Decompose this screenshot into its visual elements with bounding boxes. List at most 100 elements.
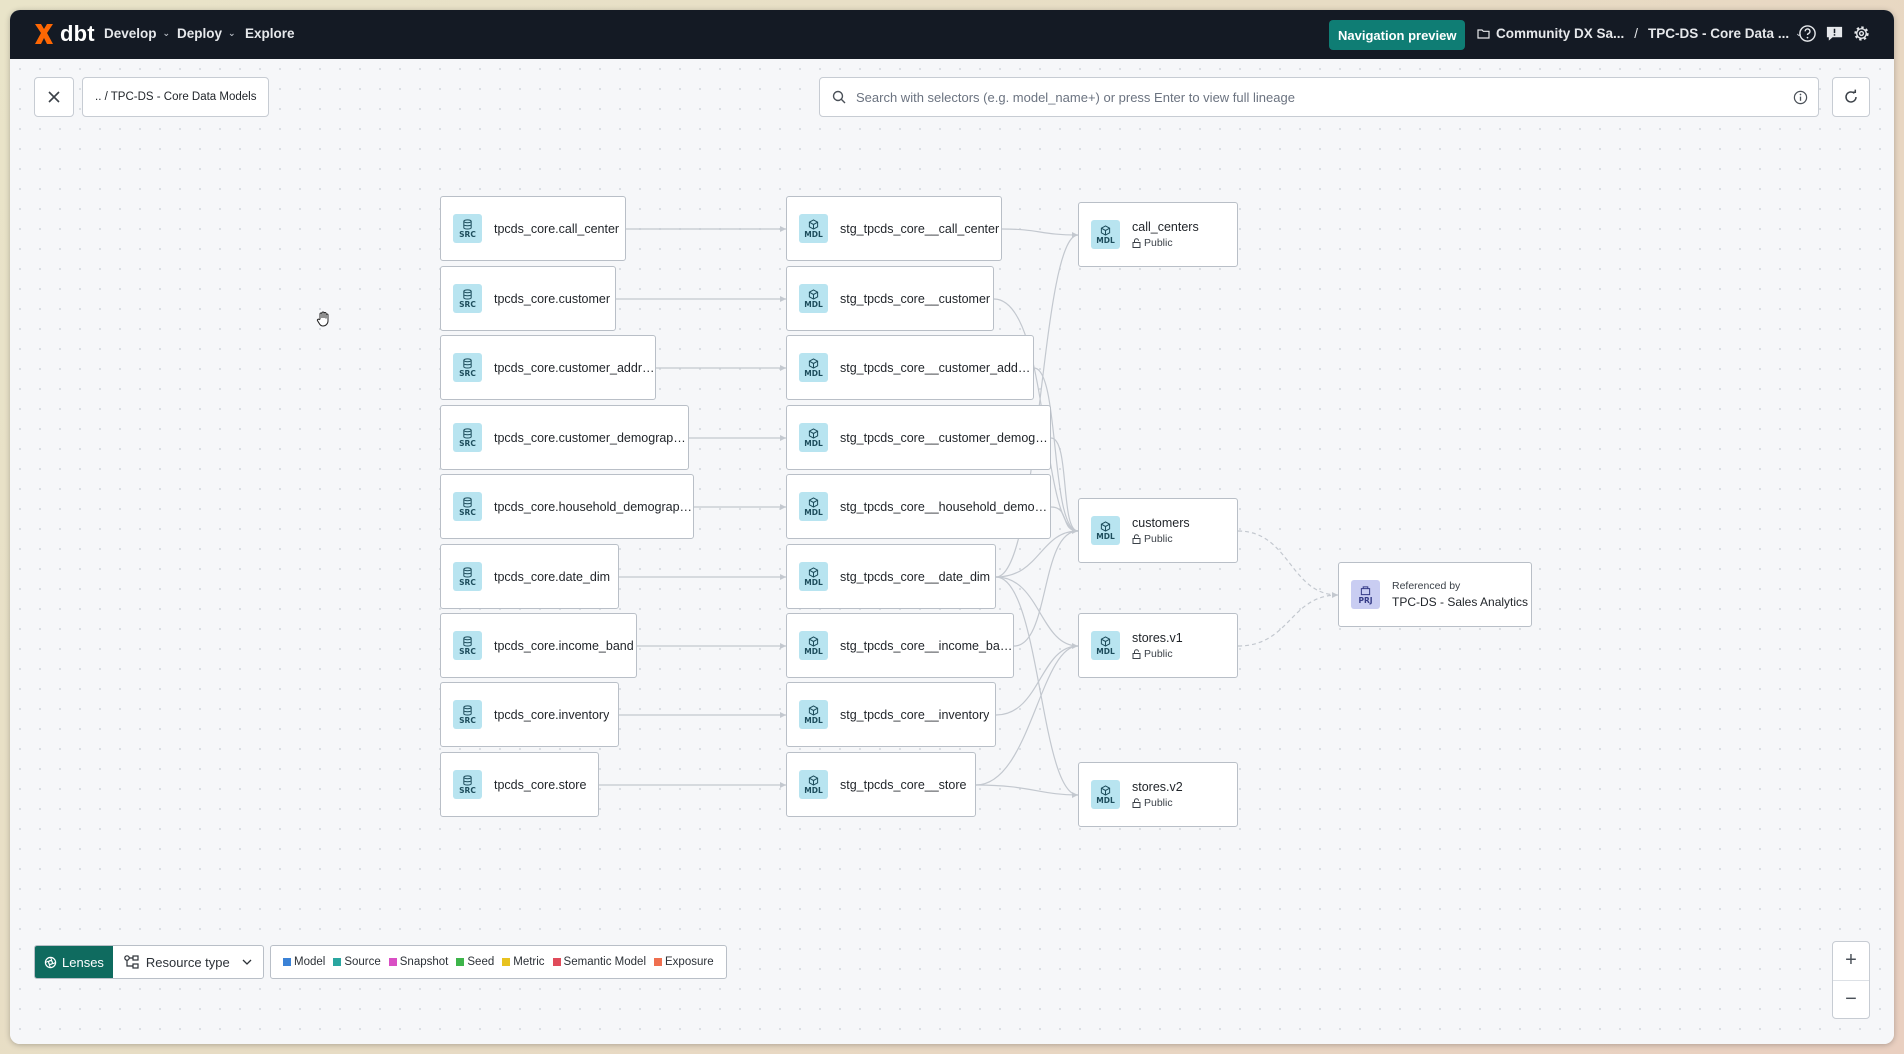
feedback-icon[interactable]: [1825, 24, 1844, 43]
model-badge: MDL: [799, 284, 828, 313]
resource-type-select[interactable]: Resource type: [113, 946, 263, 978]
nav-explore-label: Explore: [245, 26, 295, 41]
source-node[interactable]: SRC tpcds_core.customer_demographics: [440, 405, 689, 470]
nav-develop-label: Develop: [104, 26, 157, 41]
top-icon-group: [1798, 24, 1871, 43]
cube-icon: [1100, 784, 1111, 796]
model-badge-text: MDL: [804, 299, 823, 309]
referenced-project-node[interactable]: PRJ Referenced by TPC-DS - Sales Analyti…: [1338, 562, 1532, 627]
nav-explore[interactable]: Explore: [245, 26, 295, 41]
cube-icon: [808, 218, 819, 230]
model-badge-text: MDL: [804, 438, 823, 448]
model-node[interactable]: MDL stg_tpcds_core__income_band: [786, 613, 1014, 678]
legend-swatch: [552, 958, 561, 966]
model-badge: MDL: [799, 631, 828, 660]
nav-deploy[interactable]: Deploy ⌄: [177, 26, 236, 41]
legend-label: Source: [344, 956, 381, 968]
source-badge: SRC: [453, 700, 482, 729]
source-node[interactable]: SRC tpcds_core.customer_address: [440, 335, 656, 400]
model-badge: MDL: [1091, 516, 1120, 545]
model-badge-text: MDL: [804, 229, 823, 239]
nav-develop[interactable]: Develop ⌄: [104, 26, 170, 41]
cube-icon: [1100, 224, 1111, 236]
public-model-node[interactable]: MDL call_centers Public: [1078, 202, 1238, 267]
lenses-label: Lenses: [62, 954, 104, 970]
hand-cursor-icon: [316, 311, 329, 327]
legend-label: Exposure: [665, 956, 714, 968]
edge: [1001, 228, 1079, 236]
model-badge: MDL: [799, 423, 828, 452]
model-node[interactable]: MDL stg_tpcds_core__customer_demogra...: [786, 405, 1051, 470]
model-node[interactable]: MDL stg_tpcds_core__customer_address: [786, 335, 1034, 400]
cube-icon: [808, 774, 819, 786]
unlock-icon: [1132, 238, 1141, 248]
model-badge-text: MDL: [804, 785, 823, 795]
lenses-button[interactable]: Lenses: [35, 946, 113, 978]
unlock-icon: [1132, 649, 1141, 659]
source-badge: SRC: [453, 562, 482, 591]
model-badge: MDL: [1091, 780, 1120, 809]
dashed-edge: [1237, 594, 1339, 647]
project-badge-text: PRJ: [1358, 595, 1373, 605]
access-label: Public: [1132, 533, 1190, 545]
source-node[interactable]: SRC tpcds_core.inventory: [440, 682, 619, 747]
project-breadcrumb[interactable]: Community DX Sa... / TPC-DS - Core Data …: [1477, 26, 1803, 41]
chevron-down-icon: [242, 959, 252, 965]
source-node[interactable]: SRC tpcds_core.date_dim: [440, 544, 619, 609]
legend-item-semantic-model: Semantic Model: [552, 956, 646, 968]
public-model-node[interactable]: MDL customers Public: [1078, 498, 1238, 563]
public-model-text: stores.v1 Public: [1132, 631, 1183, 660]
model-node[interactable]: MDL stg_tpcds_core__inventory: [786, 682, 996, 747]
zoom-in-button[interactable]: +: [1833, 942, 1869, 981]
public-model-node[interactable]: MDL stores.v2 Public: [1078, 762, 1238, 827]
zoom-out-button[interactable]: −: [1833, 981, 1869, 1019]
model-node[interactable]: MDL stg_tpcds_core__date_dim: [786, 544, 996, 609]
lineage-canvas[interactable]: .. / TPC-DS - Core Data Models Search wi…: [10, 59, 1894, 1044]
model-badge: MDL: [799, 492, 828, 521]
folder-icon: [1477, 29, 1490, 39]
settings-icon[interactable]: [1852, 24, 1871, 43]
legend-swatch: [333, 958, 342, 966]
model-badge: MDL: [799, 353, 828, 382]
model-node[interactable]: MDL stg_tpcds_core__call_center: [786, 196, 1002, 261]
database-icon: [463, 218, 472, 229]
help-icon[interactable]: [1798, 24, 1817, 43]
model-badge: MDL: [1091, 631, 1120, 660]
nav-deploy-label: Deploy: [177, 26, 223, 41]
source-node[interactable]: SRC tpcds_core.customer: [440, 266, 616, 331]
resource-legend: Model Source Snapshot Seed Metric Semant…: [270, 945, 727, 979]
database-icon: [463, 704, 472, 715]
source-badge-text: SRC: [459, 577, 476, 587]
source-node[interactable]: SRC tpcds_core.call_center: [440, 196, 626, 261]
legend-item-source: Source: [333, 956, 381, 968]
source-node[interactable]: SRC tpcds_core.household_demographics: [440, 474, 694, 539]
model-badge: MDL: [799, 214, 828, 243]
environment-name: TPC-DS - Core Data ...: [1648, 26, 1790, 41]
zoom-controls: + −: [1832, 941, 1870, 1019]
edge: [995, 576, 1079, 796]
model-badge: MDL: [1091, 220, 1120, 249]
source-node[interactable]: SRC tpcds_core.store: [440, 752, 599, 817]
logo-text: dbt: [60, 21, 95, 46]
legend-swatch: [654, 958, 663, 966]
model-node[interactable]: MDL stg_tpcds_core__customer: [786, 266, 994, 331]
source-name: tpcds_core.call_center: [494, 221, 620, 236]
model-node[interactable]: MDL stg_tpcds_core__household_demogr...: [786, 474, 1051, 539]
legend-item-model: Model: [283, 956, 325, 968]
source-badge: SRC: [453, 770, 482, 799]
database-icon: [463, 566, 472, 577]
cube-icon: [808, 288, 819, 300]
model-node[interactable]: MDL stg_tpcds_core__store: [786, 752, 976, 817]
legend-swatch: [456, 958, 465, 966]
dashed-edge: [1237, 530, 1339, 596]
database-icon: [463, 496, 472, 507]
model-badge-text: MDL: [804, 507, 823, 517]
navigation-preview-button[interactable]: Navigation preview: [1329, 20, 1466, 50]
top-navigation-bar: dbt Develop ⌄ Deploy ⌄ Explore Navigatio…: [10, 10, 1894, 59]
source-badge-text: SRC: [459, 646, 476, 656]
source-badge: SRC: [453, 353, 482, 382]
public-model-node[interactable]: MDL stores.v1 Public: [1078, 613, 1238, 678]
source-node[interactable]: SRC tpcds_core.income_band: [440, 613, 637, 678]
access-label: Public: [1132, 237, 1199, 249]
dbt-logo[interactable]: dbt: [32, 21, 95, 47]
